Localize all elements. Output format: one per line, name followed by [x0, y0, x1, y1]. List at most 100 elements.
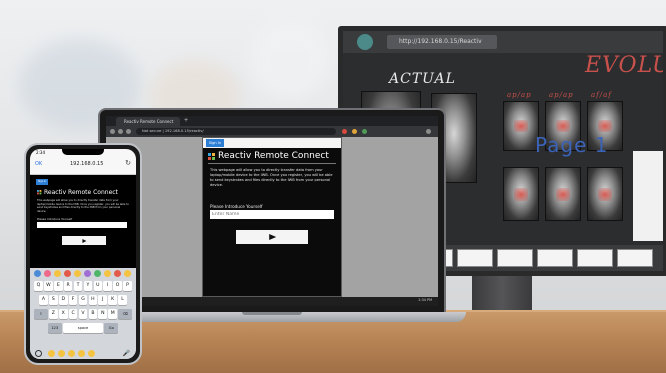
page-label: Page 1	[535, 133, 609, 157]
key[interactable]: T	[73, 281, 83, 291]
monitor-stand	[472, 276, 532, 312]
keyboard-bottom-bar: 🎤	[30, 349, 136, 359]
phone-url[interactable]: 192.168.0.15	[70, 161, 103, 167]
key[interactable]: D	[58, 295, 68, 305]
key[interactable]: Y	[83, 281, 93, 291]
keyboard-row-2: A S D F G H J K L	[33, 295, 133, 306]
column-label: af/af	[591, 91, 612, 99]
panel-topbar: Sign In	[203, 138, 341, 148]
go-key[interactable]: Go	[104, 323, 119, 333]
new-tab-button[interactable]: +	[184, 116, 188, 126]
description-text: This webpage will allow you to directly …	[37, 199, 129, 213]
emoji-icon[interactable]	[34, 270, 41, 277]
key[interactable]: R	[63, 281, 73, 291]
send-button[interactable]	[236, 230, 308, 244]
key[interactable]: N	[98, 309, 108, 319]
emoji-icon[interactable]	[78, 350, 85, 357]
emoji-icon[interactable]	[44, 270, 51, 277]
key[interactable]: F	[68, 295, 78, 305]
key[interactable]: C	[68, 309, 78, 319]
page-thumbnail[interactable]	[497, 249, 533, 267]
phone-screen: 2:34 OK 192.168.0.15 ↻ Sign In Reactiv R…	[30, 149, 136, 359]
monitor-browser-bar: http://192.168.0.15/Reactiv	[343, 31, 663, 53]
emoji-icon[interactable]	[104, 270, 111, 277]
emoji-icon[interactable]	[58, 350, 65, 357]
xray-thumbnail	[503, 167, 539, 221]
browser-tab-strip: Reactiv Remote Connect +	[106, 116, 438, 126]
remote-connect-panel: Sign In Reactiv Remote Connect This webp…	[202, 137, 342, 297]
key[interactable]: I	[103, 281, 113, 291]
heading-evolution: EVOLU	[585, 53, 666, 78]
phone-notch	[62, 149, 104, 155]
ok-button[interactable]: OK	[35, 161, 42, 167]
emoji-suggestion-bar	[30, 268, 136, 278]
key[interactable]: U	[93, 281, 103, 291]
forward-icon[interactable]	[118, 129, 123, 134]
keyboard-row-1: Q W E R T Y U I O P	[33, 281, 133, 292]
reload-icon[interactable]: ↻	[125, 159, 131, 167]
name-prompt: Please Introduce Yourself	[37, 217, 73, 221]
key[interactable]: Z	[49, 309, 58, 319]
emoji-icon[interactable]	[68, 350, 75, 357]
windows-taskbar: 2:34 PM	[106, 297, 438, 306]
photo-scene: http://192.168.0.15/Reactiv ACTUAL EVOLU…	[0, 0, 666, 373]
key[interactable]: L	[118, 295, 127, 305]
key[interactable]: W	[44, 281, 53, 291]
globe-icon[interactable]	[35, 350, 42, 357]
key[interactable]: X	[58, 309, 68, 319]
numbers-key[interactable]: 123	[47, 323, 62, 333]
xray-thumbnail	[587, 167, 623, 221]
name-input[interactable]	[37, 222, 127, 228]
sign-in-button[interactable]: Sign In	[36, 179, 48, 185]
browser-viewport: Sign In Reactiv Remote Connect This webp…	[106, 137, 438, 297]
key[interactable]: G	[78, 295, 88, 305]
key[interactable]: B	[88, 309, 98, 319]
key[interactable]: J	[98, 295, 108, 305]
extension-icon[interactable]	[342, 129, 347, 134]
key[interactable]: E	[53, 281, 63, 291]
emoji-icon[interactable]	[64, 270, 71, 277]
keyboard-row-3: ⇧ Z X C V B N M ⌫	[33, 309, 133, 320]
sign-in-button[interactable]: Sign In	[206, 139, 224, 147]
column-label: ap/ap	[507, 91, 532, 99]
key[interactable]: M	[108, 309, 117, 319]
space-key[interactable]: space	[63, 323, 103, 333]
description-text: This webpage will allow you to directly …	[210, 168, 333, 187]
extension-icon[interactable]	[352, 129, 357, 134]
name-input[interactable]	[210, 210, 334, 219]
page-thumbnail[interactable]	[457, 249, 493, 267]
shift-key[interactable]: ⇧	[33, 309, 48, 319]
key[interactable]: K	[108, 295, 117, 305]
address-bar[interactable]: Not secure | 192.168.0.15/reactiv/	[136, 128, 336, 135]
side-panel	[633, 151, 663, 241]
key[interactable]: A	[39, 295, 48, 305]
laptop-notch	[242, 312, 302, 315]
key[interactable]: O	[113, 281, 122, 291]
emoji-icon[interactable]	[48, 350, 55, 357]
send-button[interactable]	[62, 236, 106, 245]
emoji-icon[interactable]	[94, 270, 101, 277]
delete-key[interactable]: ⌫	[118, 309, 133, 319]
emoji-icon[interactable]	[114, 270, 121, 277]
reactiv-logo-icon	[37, 190, 42, 195]
key[interactable]: V	[78, 309, 88, 319]
emoji-icon[interactable]	[54, 270, 61, 277]
page-thumbnail[interactable]	[537, 249, 573, 267]
emoji-icon[interactable]	[84, 270, 91, 277]
browser-tab[interactable]: Reactiv Remote Connect	[116, 117, 180, 126]
reload-icon[interactable]	[126, 129, 131, 134]
menu-icon[interactable]	[426, 129, 431, 134]
laptop-screen: Reactiv Remote Connect + Not secure | 19…	[106, 116, 438, 306]
key[interactable]: S	[49, 295, 58, 305]
page-thumbnail[interactable]	[617, 249, 653, 267]
emoji-icon[interactable]	[88, 350, 95, 357]
key[interactable]: Q	[34, 281, 43, 291]
emoji-icon[interactable]	[124, 270, 131, 277]
key[interactable]: P	[123, 281, 132, 291]
back-icon[interactable]	[110, 129, 115, 134]
microphone-icon[interactable]: 🎤	[123, 350, 130, 357]
key[interactable]: H	[88, 295, 98, 305]
emoji-icon[interactable]	[74, 270, 81, 277]
extension-icon[interactable]	[362, 129, 367, 134]
page-thumbnail[interactable]	[577, 249, 613, 267]
